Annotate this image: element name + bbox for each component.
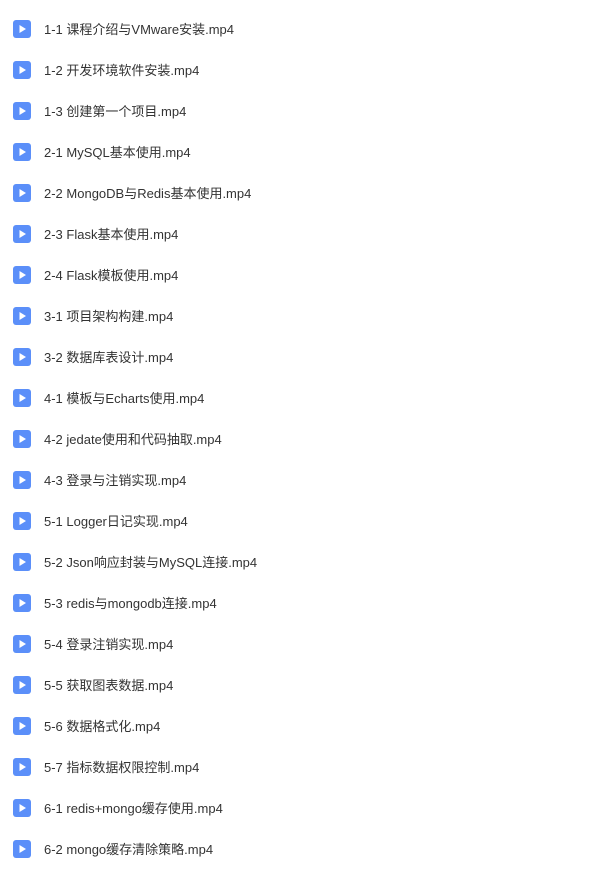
file-row[interactable]: 3-2 数据库表设计.mp4 [0, 336, 608, 377]
video-file-icon [12, 593, 32, 613]
file-row[interactable]: 2-2 MongoDB与Redis基本使用.mp4 [0, 172, 608, 213]
file-name: 2-1 MySQL基本使用.mp4 [44, 142, 191, 161]
video-file-icon [12, 470, 32, 490]
file-row[interactable]: 5-6 数据格式化.mp4 [0, 705, 608, 746]
file-row[interactable]: 4-1 模板与Echarts使用.mp4 [0, 377, 608, 418]
file-row[interactable]: 4-3 登录与注销实现.mp4 [0, 459, 608, 500]
file-row[interactable]: 5-4 登录注销实现.mp4 [0, 623, 608, 664]
file-name: 5-1 Logger日记实现.mp4 [44, 511, 188, 530]
file-name: 5-6 数据格式化.mp4 [44, 716, 160, 735]
file-name: 5-5 获取图表数据.mp4 [44, 675, 173, 694]
file-name: 2-3 Flask基本使用.mp4 [44, 224, 178, 243]
file-name: 2-2 MongoDB与Redis基本使用.mp4 [44, 183, 251, 202]
video-file-icon [12, 347, 32, 367]
file-row[interactable]: 5-5 获取图表数据.mp4 [0, 664, 608, 705]
file-row[interactable]: 4-2 jedate使用和代码抽取.mp4 [0, 418, 608, 459]
file-row[interactable]: 1-1 课程介绍与VMware安装.mp4 [0, 8, 608, 49]
file-name: 4-2 jedate使用和代码抽取.mp4 [44, 429, 222, 448]
video-file-icon [12, 19, 32, 39]
video-file-icon [12, 675, 32, 695]
file-row[interactable]: 2-4 Flask模板使用.mp4 [0, 254, 608, 295]
video-file-icon [12, 798, 32, 818]
video-file-icon [12, 716, 32, 736]
file-name: 5-7 指标数据权限控制.mp4 [44, 757, 199, 776]
file-row[interactable]: 3-1 项目架构构建.mp4 [0, 295, 608, 336]
file-name: 1-2 开发环境软件安装.mp4 [44, 60, 199, 79]
video-file-icon [12, 511, 32, 531]
video-file-icon [12, 429, 32, 449]
file-name: 6-1 redis+mongo缓存使用.mp4 [44, 798, 223, 817]
video-file-icon [12, 183, 32, 203]
file-name: 3-2 数据库表设计.mp4 [44, 347, 173, 366]
file-row[interactable]: 6-1 redis+mongo缓存使用.mp4 [0, 787, 608, 828]
file-list: 1-1 课程介绍与VMware安装.mp4 1-2 开发环境软件安装.mp4 1… [0, 8, 608, 869]
file-row[interactable]: 5-3 redis与mongodb连接.mp4 [0, 582, 608, 623]
file-row[interactable]: 5-2 Json响应封装与MySQL连接.mp4 [0, 541, 608, 582]
file-row[interactable]: 2-3 Flask基本使用.mp4 [0, 213, 608, 254]
video-file-icon [12, 388, 32, 408]
file-row[interactable]: 1-3 创建第一个项目.mp4 [0, 90, 608, 131]
file-name: 2-4 Flask模板使用.mp4 [44, 265, 178, 284]
file-row[interactable]: 6-2 mongo缓存清除策略.mp4 [0, 828, 608, 869]
video-file-icon [12, 265, 32, 285]
video-file-icon [12, 306, 32, 326]
file-row[interactable]: 1-2 开发环境软件安装.mp4 [0, 49, 608, 90]
file-name: 1-3 创建第一个项目.mp4 [44, 101, 186, 120]
file-row[interactable]: 5-7 指标数据权限控制.mp4 [0, 746, 608, 787]
file-name: 5-2 Json响应封装与MySQL连接.mp4 [44, 552, 257, 571]
video-file-icon [12, 224, 32, 244]
file-row[interactable]: 5-1 Logger日记实现.mp4 [0, 500, 608, 541]
video-file-icon [12, 101, 32, 121]
video-file-icon [12, 839, 32, 859]
video-file-icon [12, 757, 32, 777]
file-name: 6-2 mongo缓存清除策略.mp4 [44, 839, 213, 858]
file-row[interactable]: 2-1 MySQL基本使用.mp4 [0, 131, 608, 172]
file-name: 1-1 课程介绍与VMware安装.mp4 [44, 19, 234, 38]
video-file-icon [12, 60, 32, 80]
file-name: 3-1 项目架构构建.mp4 [44, 306, 173, 325]
file-name: 5-4 登录注销实现.mp4 [44, 634, 173, 653]
video-file-icon [12, 552, 32, 572]
file-name: 5-3 redis与mongodb连接.mp4 [44, 593, 217, 612]
file-name: 4-1 模板与Echarts使用.mp4 [44, 388, 204, 407]
file-name: 4-3 登录与注销实现.mp4 [44, 470, 186, 489]
video-file-icon [12, 634, 32, 654]
video-file-icon [12, 142, 32, 162]
